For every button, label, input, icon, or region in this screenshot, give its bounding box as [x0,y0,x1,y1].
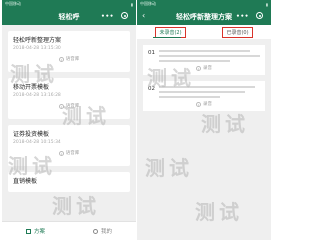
voice-library-label: 语音库 [65,151,80,156]
plan-title: 直销模板 [13,178,38,185]
record-button[interactable]: 录音 [148,101,260,107]
voice-library-label: 语音库 [65,104,80,109]
profile-icon [92,228,98,234]
nav-item-plan[interactable]: 方案 [2,222,69,240]
target-icon[interactable] [121,12,128,19]
more-menu-icon[interactable]: ••• [236,13,249,20]
nav-item-mine[interactable]: 我的 [69,222,136,240]
plan-card[interactable]: 轻松呼新整理方案 2018-04-28 13:15:30 语音库 [8,31,130,72]
page-title: 轻松呼 [58,12,80,21]
phone-screen-plan-list: 中国移动 ▮ 轻松呼 ••• 轻松呼新整理方案 2018-04-28 13:15… [2,0,136,240]
watermark-text: 测试 [145,156,193,180]
play-icon [196,65,201,71]
plan-title: 移动开票模板 [13,84,50,91]
app-header: 轻松呼 ••• [2,8,136,25]
status-bar: 中国移动 ▮ [2,0,136,8]
plan-icon [25,228,31,234]
page-title: 轻松呼新整理方案 [176,12,232,21]
tab-unrecorded[interactable]: 未录音(2) [155,26,186,38]
tab-recorded[interactable]: 已录音(0) [222,26,253,38]
active-tab-indicator [153,37,181,38]
plan-card[interactable]: 直销模板 [8,172,130,192]
play-icon [58,150,64,156]
carrier-label: 中国移动 [5,1,21,6]
script-text-placeholder [159,50,260,62]
voice-library-button[interactable]: 语音库 [13,103,125,109]
script-number: 02 [148,86,155,92]
plan-card[interactable]: 证券投资模板 2018-04-28 10:15:34 语音库 [8,125,130,166]
recording-tabs: 未录音(2) 已录音(0) [137,25,271,39]
script-number: 01 [148,50,155,56]
plan-date: 2018-04-28 10:15:34 [13,140,61,145]
record-label: 录音 [203,66,212,71]
battery-icon: ▮ [265,1,268,7]
watermark-text: 测试 [195,200,243,224]
battery-icon: ▮ [130,1,133,7]
target-icon[interactable] [256,12,263,19]
script-item[interactable]: 01 录音 [143,45,265,75]
play-icon [196,101,201,107]
more-menu-icon[interactable]: ••• [101,13,114,20]
record-button[interactable]: 录音 [148,65,260,71]
phone-screen-plan-detail: 中国移动 ▮ ‹ 轻松呼新整理方案 ••• 未录音(2) 已录音(0) 01 录… [137,0,271,240]
script-text-placeholder [159,86,260,98]
watermark-text: 测试 [201,112,249,136]
record-label: 录音 [203,102,212,107]
plan-date: 2018-04-28 13:15:30 [13,46,61,51]
play-icon [58,56,64,62]
back-icon[interactable]: ‹ [142,11,145,20]
voice-library-button[interactable]: 语音库 [13,150,125,156]
script-item[interactable]: 02 录音 [143,81,265,111]
nav-item-label: 方案 [33,229,45,235]
status-bar: 中国移动 ▮ [137,0,271,8]
nav-item-label: 我的 [100,229,112,235]
carrier-label: 中国移动 [140,1,156,6]
plan-card[interactable]: 移动开票模板 2018-04-28 13:16:28 语音库 [8,78,130,119]
watermark-text: 测试 [52,194,100,218]
voice-library-button[interactable]: 语音库 [13,56,125,62]
play-icon [58,103,64,109]
bottom-navigation: 方案 我的 [2,221,136,240]
app-header: ‹ 轻松呼新整理方案 ••• [137,8,271,25]
plan-date: 2018-04-28 13:16:28 [13,93,61,98]
voice-library-label: 语音库 [65,57,80,62]
plan-title: 轻松呼新整理方案 [13,37,62,44]
plan-title: 证券投资模板 [13,131,50,138]
